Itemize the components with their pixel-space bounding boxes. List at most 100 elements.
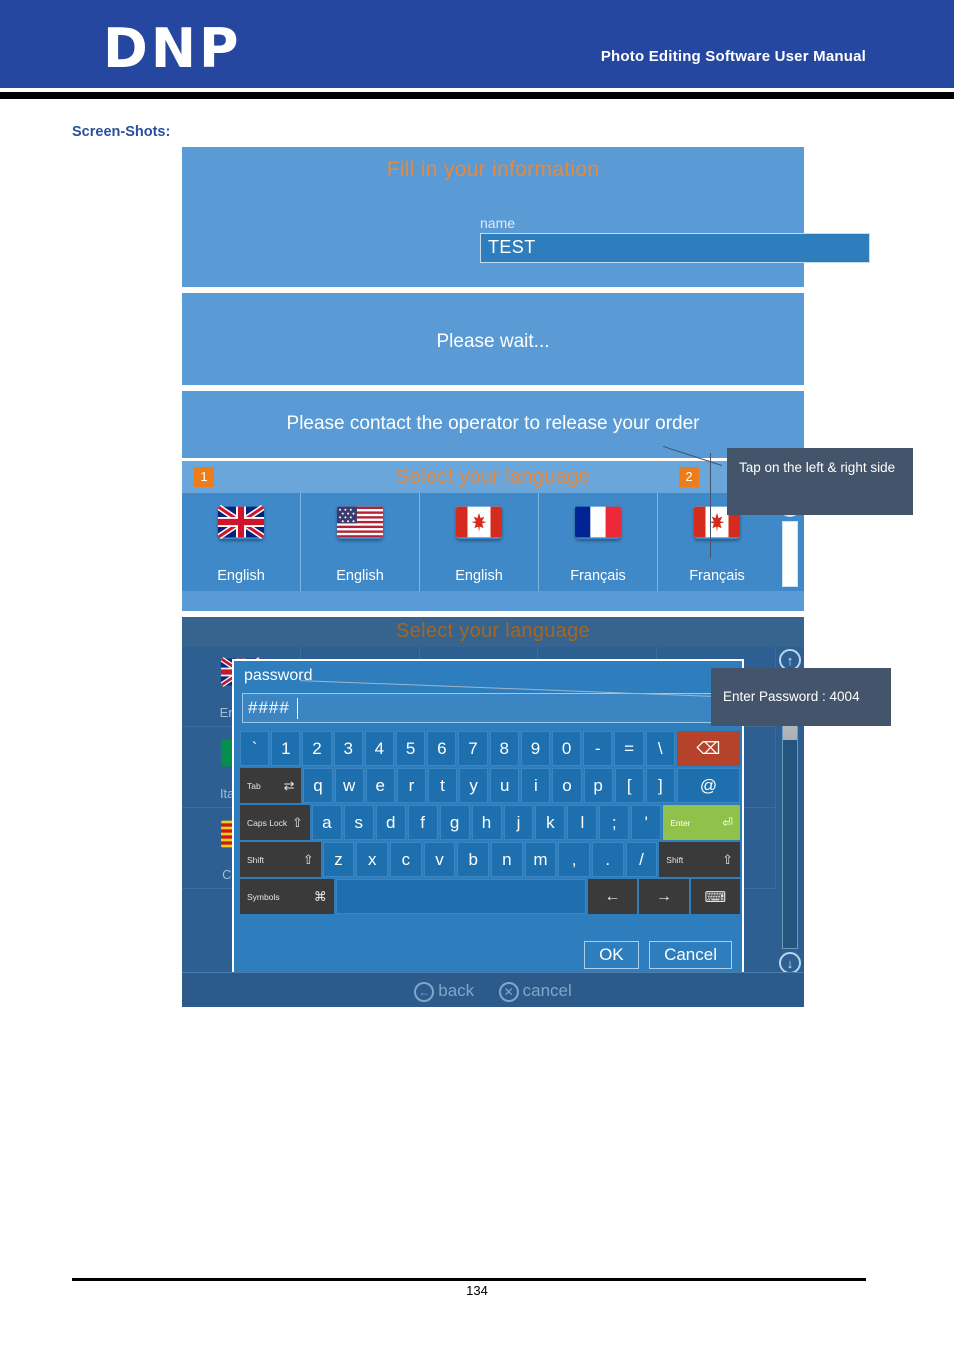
key-w[interactable]: w [334, 768, 364, 803]
key-3[interactable]: 3 [333, 731, 363, 766]
key-bracket-right[interactable]: ] [645, 768, 675, 803]
keyboard-row-numbers: ` 1 2 3 4 5 6 7 8 9 0 - = \ ⌫ [240, 731, 741, 766]
key-c[interactable]: c [390, 842, 422, 877]
language-option-english-uk[interactable]: English [182, 493, 301, 591]
key-5[interactable]: 5 [396, 731, 426, 766]
key-n[interactable]: n [491, 842, 523, 877]
key-j[interactable]: j [503, 805, 534, 840]
space-key[interactable] [335, 879, 586, 914]
contact-operator-message: Please contact the operator to release y… [286, 413, 700, 434]
arrow-right-icon[interactable]: → [639, 879, 689, 914]
password-input-value: #### [248, 698, 290, 717]
scrollbar-track[interactable] [782, 521, 798, 587]
tab-key-label: Tab [247, 780, 261, 791]
key-at[interactable]: @ [676, 768, 740, 803]
key-backslash[interactable]: \ [645, 731, 675, 766]
key-m[interactable]: m [524, 842, 557, 877]
key-1[interactable]: 1 [271, 731, 301, 766]
key-q[interactable]: q [303, 768, 333, 803]
key-u[interactable]: u [490, 768, 520, 803]
callout-leader-line [710, 453, 711, 558]
language-label: English [217, 568, 265, 584]
caps-lock-key[interactable]: Caps Lock ⇧ [240, 805, 310, 840]
key-minus[interactable]: - [583, 731, 613, 766]
key-4[interactable]: 4 [364, 731, 395, 766]
language-label: Français [570, 568, 626, 584]
back-button[interactable]: ← back [414, 973, 474, 1008]
password-input[interactable]: #### [242, 693, 734, 723]
key-b[interactable]: b [457, 842, 489, 877]
key-k[interactable]: k [535, 805, 566, 840]
keyboard-row-asdf: Caps Lock ⇧ a s d f g h j k l ; ' Enter … [240, 805, 741, 840]
shift-right-key[interactable]: Shift ⇧ [659, 842, 740, 877]
password-screen-title: Select your language [396, 620, 590, 642]
key-h[interactable]: h [471, 805, 502, 840]
scroll-down-icon[interactable]: ↓ [779, 952, 801, 974]
back-label: back [438, 981, 475, 1000]
key-period[interactable]: . [591, 842, 624, 877]
key-e[interactable]: e [365, 768, 395, 803]
cancel-label: cancel [522, 981, 572, 1000]
key-equals[interactable]: = [614, 731, 644, 766]
key-8[interactable]: 8 [489, 731, 519, 766]
arrow-left-icon[interactable]: ← [587, 879, 638, 914]
key-l[interactable]: l [567, 805, 598, 840]
key-a[interactable]: a [311, 805, 342, 840]
key-slash[interactable]: / [625, 842, 658, 877]
key-o[interactable]: o [552, 768, 582, 803]
key-bracket-left[interactable]: [ [614, 768, 644, 803]
screenshot-fill-in-information: Fill in your information name TEST [182, 147, 870, 287]
key-r[interactable]: r [396, 768, 426, 803]
shift-left-icon: ⇧ [302, 851, 314, 867]
key-z[interactable]: z [322, 842, 355, 877]
key-d[interactable]: d [375, 805, 406, 840]
page-header: DNP Photo Editing Software User Manual [0, 0, 954, 88]
key-s[interactable]: s [343, 805, 374, 840]
flag-france-icon [575, 505, 621, 539]
flag-canada-icon [456, 505, 502, 539]
language-option-english-ca[interactable]: English [420, 493, 539, 591]
key-comma[interactable]: , [558, 842, 590, 877]
key-x[interactable]: x [356, 842, 389, 877]
bottom-navigation: ← back ✕ cancel [182, 972, 804, 1007]
key-p[interactable]: p [583, 768, 613, 803]
language-option-francais-fr[interactable]: Français [539, 493, 658, 591]
key-i[interactable]: i [521, 768, 551, 803]
caps-lock-icon: ⇧ [291, 814, 303, 830]
key-0[interactable]: 0 [552, 731, 582, 766]
enter-icon: ⏎ [722, 814, 734, 830]
ok-button[interactable]: OK [584, 941, 639, 969]
name-field-label: name [480, 215, 516, 231]
password-screen-header: Select your language [182, 617, 804, 647]
key-t[interactable]: t [427, 768, 458, 803]
tab-key[interactable]: Tab ⇄ [240, 768, 302, 803]
name-input[interactable]: TEST [480, 233, 870, 263]
key-g[interactable]: g [439, 805, 470, 840]
flag-usa-icon [337, 505, 383, 539]
backspace-key[interactable]: ⌫ [676, 731, 741, 766]
dialog-actions: OK Cancel [578, 941, 732, 969]
key-v[interactable]: v [423, 842, 456, 877]
key-apostrophe[interactable]: ' [631, 805, 662, 840]
enter-key[interactable]: Enter ⏎ [663, 805, 741, 840]
key-f[interactable]: f [407, 805, 438, 840]
language-option-english-us[interactable]: English [301, 493, 420, 591]
caps-lock-label: Caps Lock [247, 817, 288, 828]
shift-left-key[interactable]: Shift ⇧ [240, 842, 321, 877]
key-backtick[interactable]: ` [240, 731, 270, 766]
key-7[interactable]: 7 [458, 731, 488, 766]
keyboard-toggle-icon[interactable]: ⌨ [690, 879, 740, 914]
header-divider [0, 92, 954, 99]
keyboard-row-qwerty: Tab ⇄ q w e r t y u i o p [ ] @ [240, 768, 740, 803]
symbols-key[interactable]: Symbols ⌘ [240, 879, 334, 914]
cancel-button[interactable]: Cancel [649, 941, 732, 969]
key-y[interactable]: y [459, 768, 489, 803]
password-dialog: password #### ` 1 2 3 4 5 6 7 8 9 0 - = … [232, 659, 744, 979]
key-9[interactable]: 9 [520, 731, 551, 766]
manual-title: Photo Editing Software User Manual [600, 48, 866, 65]
key-semicolon[interactable]: ; [599, 805, 630, 840]
key-2[interactable]: 2 [302, 731, 332, 766]
cancel-nav-button[interactable]: ✕ cancel [498, 973, 572, 1008]
shift-right-icon: ⇧ [722, 851, 733, 867]
key-6[interactable]: 6 [427, 731, 457, 766]
